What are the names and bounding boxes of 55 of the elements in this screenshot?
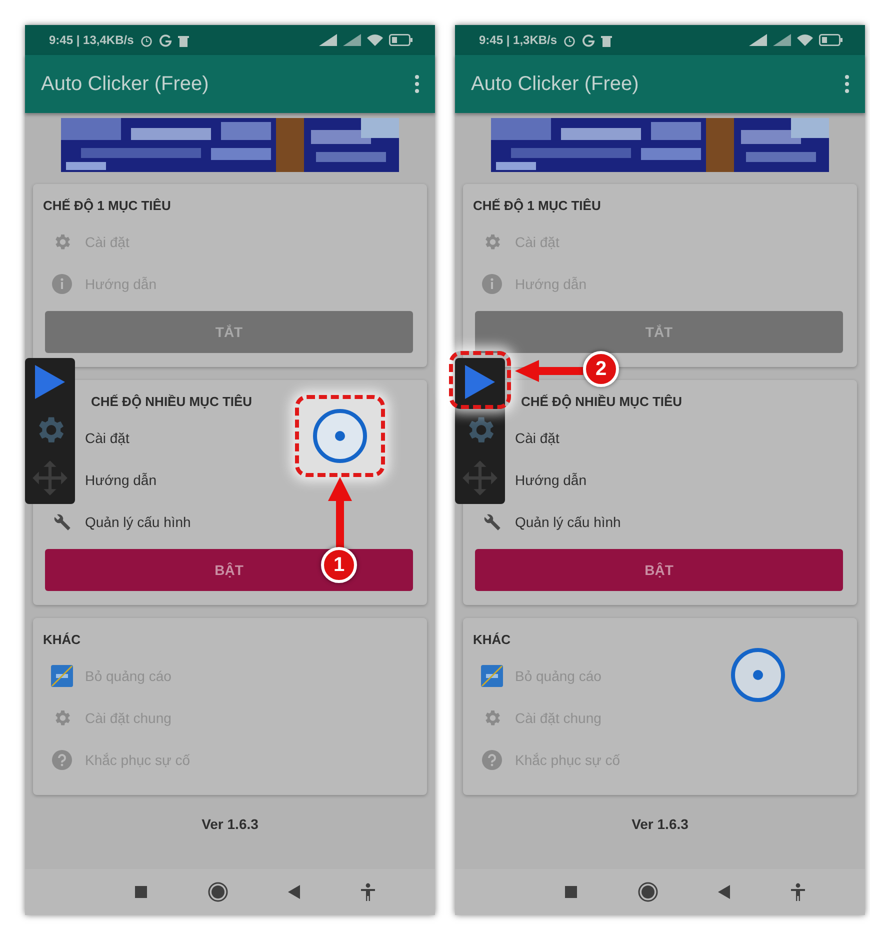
more-menu-icon[interactable] [843, 73, 851, 95]
section-title: CHẾ ĐỘ NHIỀU MỤC TIÊU [90, 393, 254, 411]
menu-item[interactable]: Cài đặt [515, 417, 560, 459]
back-icon[interactable] [716, 883, 732, 901]
start-button[interactable]: BẬT [475, 549, 843, 591]
signal-icon [749, 34, 767, 46]
highlight-frame [449, 351, 511, 409]
menu-item[interactable]: Hướng dẫn [515, 459, 586, 501]
trash-icon [178, 34, 189, 46]
version-label: Ver 1.6.3 [632, 816, 688, 832]
app-title: Auto Clicker (Free) [41, 72, 210, 96]
no-ads-icon [51, 665, 73, 687]
menu-item[interactable]: Quản lý cấu hình [473, 501, 621, 543]
signal-icon [319, 34, 337, 46]
app-title: Auto Clicker (Free) [471, 72, 640, 96]
wifi-icon [367, 34, 383, 46]
help-icon [482, 750, 502, 770]
home-icon[interactable] [206, 880, 230, 904]
menu-item[interactable]: Hướng dẫn [85, 459, 156, 501]
signal-icon [773, 34, 791, 46]
alarm-icon [563, 34, 576, 46]
accessibility-icon[interactable] [358, 881, 377, 903]
help-icon [52, 750, 72, 770]
info-icon [482, 274, 502, 294]
no-ads-icon [481, 665, 503, 687]
status-time: 9:45 | 1,3KB/s [479, 33, 558, 47]
menu-item[interactable]: Cài đặt [85, 417, 130, 459]
info-icon [52, 274, 72, 294]
section-title: CHẾ ĐỘ 1 MỤC TIÊU [473, 197, 602, 215]
section-title: KHÁC [473, 631, 512, 649]
menu-item[interactable]: Quản lý cấu hình [43, 501, 191, 543]
pointer-arrow [515, 360, 583, 382]
alarm-icon [140, 34, 153, 46]
google-icon [582, 34, 596, 46]
battery-icon [819, 34, 843, 46]
section-title: KHÁC [43, 631, 82, 649]
wrench-icon [482, 512, 502, 532]
more-menu-icon[interactable] [413, 73, 421, 95]
wifi-icon [797, 34, 813, 46]
battery-icon [389, 34, 413, 46]
recents-icon[interactable] [563, 884, 580, 900]
recents-icon[interactable] [133, 884, 150, 900]
version-label: Ver 1.6.3 [202, 816, 258, 832]
target-marker-icon[interactable] [730, 647, 786, 703]
trash-icon [601, 34, 612, 46]
signal-icon [343, 34, 361, 46]
google-icon [158, 34, 172, 46]
section-title: CHẾ ĐỘ 1 MỤC TIÊU [43, 197, 172, 215]
section-title: CHẾ ĐỘ NHIỀU MỤC TIÊU [520, 393, 684, 411]
wrench-icon [52, 512, 72, 532]
accessibility-icon[interactable] [788, 881, 807, 903]
target-marker-icon[interactable] [312, 408, 368, 464]
status-time: 9:45 | 13,4KB/s [49, 33, 134, 47]
home-icon[interactable] [636, 880, 660, 904]
back-icon[interactable] [286, 883, 302, 901]
